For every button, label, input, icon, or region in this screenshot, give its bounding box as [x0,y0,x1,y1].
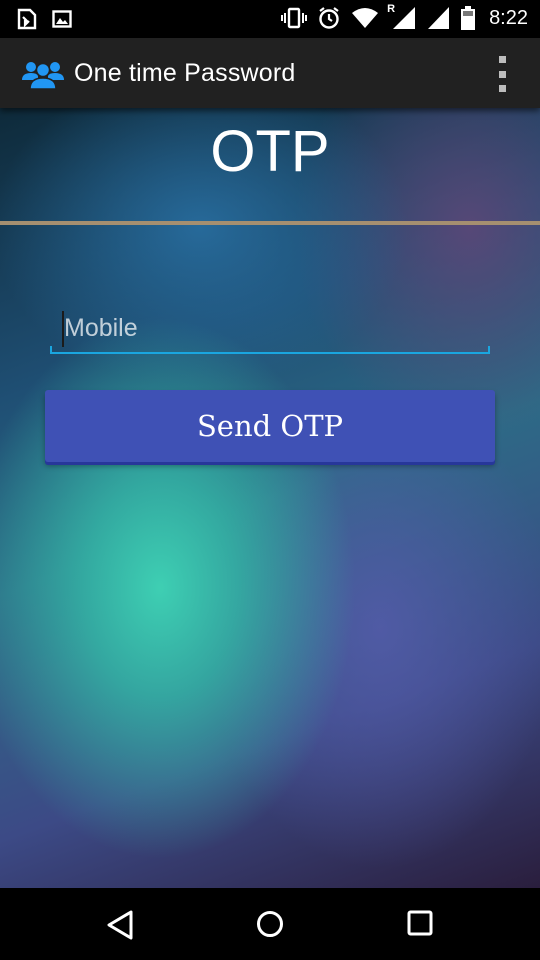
status-bar: R 8:22 [0,0,540,38]
alarm-icon [319,7,339,29]
navigation-bar [0,888,540,960]
status-right-icons: R 8:22 [281,3,528,30]
home-circle-icon[interactable] [256,910,284,938]
input-underline-tick [488,346,490,354]
roaming-label: R [387,3,396,15]
users-group-icon [22,62,64,90]
recents-square-icon[interactable] [407,910,433,936]
sim-toolkit-icon [17,8,37,30]
battery-icon [461,6,476,30]
back-triangle-icon[interactable] [106,910,134,940]
input-underline-tick [50,346,52,354]
status-time: 8:22 [489,6,528,29]
menu-dot [498,56,506,63]
signal-roaming-icon: R [387,3,417,30]
vibrate-icon [281,7,308,29]
image-icon [52,10,72,28]
app-bar: One time Password [0,38,540,108]
input-underline [50,352,490,354]
page-heading: OTP [210,119,330,184]
send-otp-button[interactable]: Send OTP [45,390,495,462]
app-title: One time Password [74,59,296,87]
heading-divider [0,221,540,225]
mobile-input[interactable] [50,304,490,352]
menu-dot [498,85,506,92]
signal-icon [428,7,450,29]
menu-dot [498,70,506,78]
text-cursor [62,311,64,347]
main-content: OTP Send OTP [0,108,540,888]
mobile-field [50,304,490,356]
overflow-menu-icon[interactable] [492,56,512,92]
wifi-icon [352,8,379,28]
status-left-icons [16,8,72,30]
phone-screen: R 8:22 One time Password OTP Mobile Send… [0,0,540,960]
